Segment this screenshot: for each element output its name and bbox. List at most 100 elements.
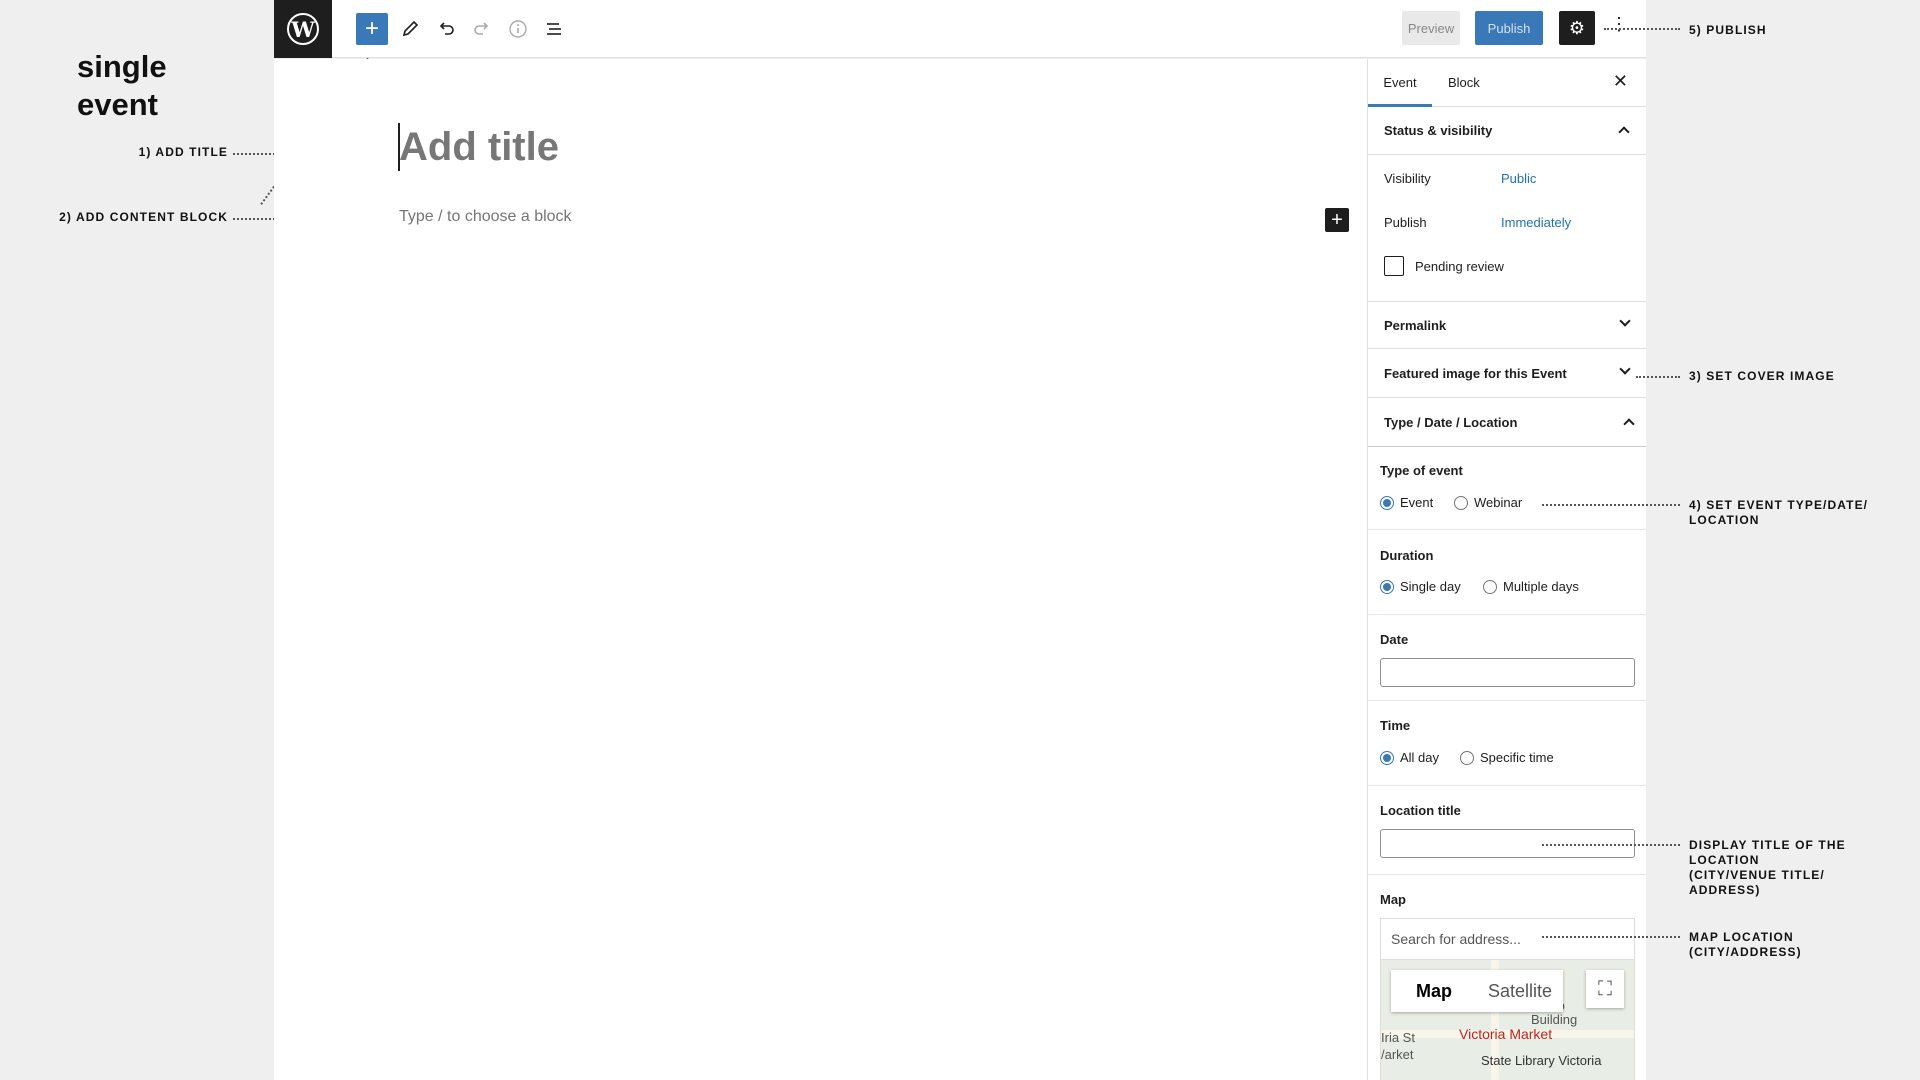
pending-review-label: Pending review [1415,259,1504,274]
annotation-line: DISPLAY TITLE OF THE [1689,838,1846,852]
radio-multiple-days[interactable] [1483,580,1497,594]
map-poi-state-library[interactable]: State Library Victoria [1481,1053,1601,1068]
radio-all-day[interactable] [1380,751,1394,765]
tab-block[interactable]: Block [1448,59,1480,107]
radio-specific-time-label: Specific time [1480,750,1554,765]
radio-webinar-label: Webinar [1474,495,1523,510]
panel-title: Featured image for this Event [1384,366,1567,381]
panel-permalink[interactable]: Permalink [1368,301,1646,349]
visibility-value-link[interactable]: Public [1501,171,1536,186]
annotation-connector [1636,376,1680,378]
list-view-icon[interactable] [538,13,570,45]
edit-pencil-icon[interactable] [394,13,426,45]
chevron-up-icon [1623,418,1635,430]
undo-arrow-icon [439,22,454,35]
panel-title: Status & visibility [1384,123,1493,138]
map-label: Map [1380,892,1406,907]
location-title-label: Location title [1380,803,1461,818]
annotation-cover-image: 3) SET COVER IMAGE [1689,369,1835,383]
annotation-line: (CITY/VENUE TITLE/ [1689,868,1825,882]
redo-icon[interactable] [466,13,498,45]
map-label-market: /arket [1381,1047,1414,1062]
document-title: single event [77,48,167,124]
editor-toolbar: + Preview Publish ⚙ ⋮ [332,0,1646,58]
chevron-down-icon [1619,363,1631,375]
inline-add-block-button[interactable]: + [1325,208,1349,232]
radio-specific-time[interactable] [1460,751,1474,765]
radio-event[interactable] [1380,496,1394,510]
info-circle-icon [509,20,527,38]
annotation-add-content: 2) ADD CONTENT BLOCK [59,210,228,224]
annotation-add-title: 1) ADD TITLE [138,145,228,159]
annotation-connector [1542,844,1680,846]
divider [1368,700,1646,701]
annotation-event-type: 4) SET EVENT TYPE/DATE/ LOCATION [1689,498,1868,528]
radio-single-day[interactable] [1380,580,1394,594]
time-label: Time [1380,718,1411,733]
divider [1368,785,1646,786]
close-icon[interactable]: ✕ [1613,71,1628,92]
radio-all-day-label: All day [1400,750,1440,765]
redo-arrow-icon [474,22,489,35]
map-tab-map[interactable]: Map [1391,970,1477,1012]
doc-title-line-2: event [77,87,158,122]
tab-event[interactable]: Event [1368,59,1432,107]
annotation-connector [1542,936,1680,938]
annotation-map-location: MAP LOCATION (CITY/ADDRESS) [1689,930,1802,960]
post-title-input[interactable]: Add title [399,121,559,173]
divider [1368,529,1646,530]
radio-single-day-label: Single day [1400,579,1461,594]
settings-sidebar: Event Block ✕ Status & visibility Visibi… [1367,59,1646,1080]
annotation-line: (CITY/ADDRESS) [1689,945,1802,959]
annotation-location-title: DISPLAY TITLE OF THE LOCATION (CITY/VENU… [1689,838,1846,898]
panel-title: Type / Date / Location [1384,415,1518,430]
radio-event-label: Event [1400,495,1434,510]
block-placeholder[interactable]: Type / to choose a block [399,208,572,226]
add-block-button[interactable]: + [356,13,388,45]
panel-status-visibility[interactable]: Status & visibility [1368,107,1646,155]
location-map[interactable]: bitio Building Iria St /arket Victoria M… [1380,959,1635,1080]
map-tab-satellite[interactable]: Satellite [1477,970,1563,1012]
radio-webinar[interactable] [1454,496,1468,510]
annotation-line: MAP LOCATION [1689,930,1794,944]
annotation-line: LOCATION [1689,853,1760,867]
pending-review-checkbox[interactable] [1384,256,1404,276]
fullscreen-icon[interactable]: ⛶ [1586,970,1624,1008]
publish-button[interactable]: Publish [1475,11,1543,45]
panel-featured-image[interactable]: Featured image for this Event [1368,350,1646,398]
annotation-publish: 5) PUBLISH [1689,23,1767,37]
annotation-line: ADDRESS) [1689,883,1761,897]
chevron-down-icon [1619,315,1631,327]
info-icon[interactable] [502,13,534,45]
divider [1368,614,1646,615]
preview-button[interactable]: Preview [1402,11,1460,45]
publish-date-link[interactable]: Immediately [1501,215,1571,230]
annotation-line: 4) SET EVENT TYPE/DATE/ [1689,498,1869,512]
annotation-connector [1542,504,1680,506]
map-type-control: Map Satellite [1391,970,1563,1012]
settings-gear-icon[interactable]: ⚙ [1559,11,1595,45]
publish-label: Publish [1384,215,1427,230]
annotation-connector [1604,28,1680,30]
type-of-event-label: Type of event [1380,463,1463,478]
panel-title: Permalink [1384,318,1447,333]
editor-canvas: Add title Type / to choose a block + [274,59,1367,1080]
more-options-icon[interactable]: ⋮ [1610,14,1628,35]
map-poi-victoria-market[interactable]: Victoria Market [1459,1026,1552,1042]
doc-title-line-1: single [77,49,167,84]
date-label: Date [1380,632,1409,647]
divider [1368,874,1646,875]
map-label-building: Building [1531,1012,1578,1027]
map-address-search-input[interactable]: Search for address... [1380,918,1635,960]
chevron-up-icon [1618,126,1630,138]
wordpress-logo-button[interactable]: W [274,0,332,58]
undo-icon[interactable] [430,13,462,45]
visibility-label: Visibility [1384,171,1431,186]
date-input[interactable] [1380,658,1635,687]
duration-label: Duration [1380,548,1434,563]
radio-multiple-days-label: Multiple days [1503,579,1579,594]
sidebar-tabs: Event Block ✕ [1368,59,1646,107]
annotation-line: LOCATION [1689,513,1760,527]
panel-type-date-location[interactable]: Type / Date / Location [1368,399,1646,447]
wordpress-icon: W [287,13,319,45]
